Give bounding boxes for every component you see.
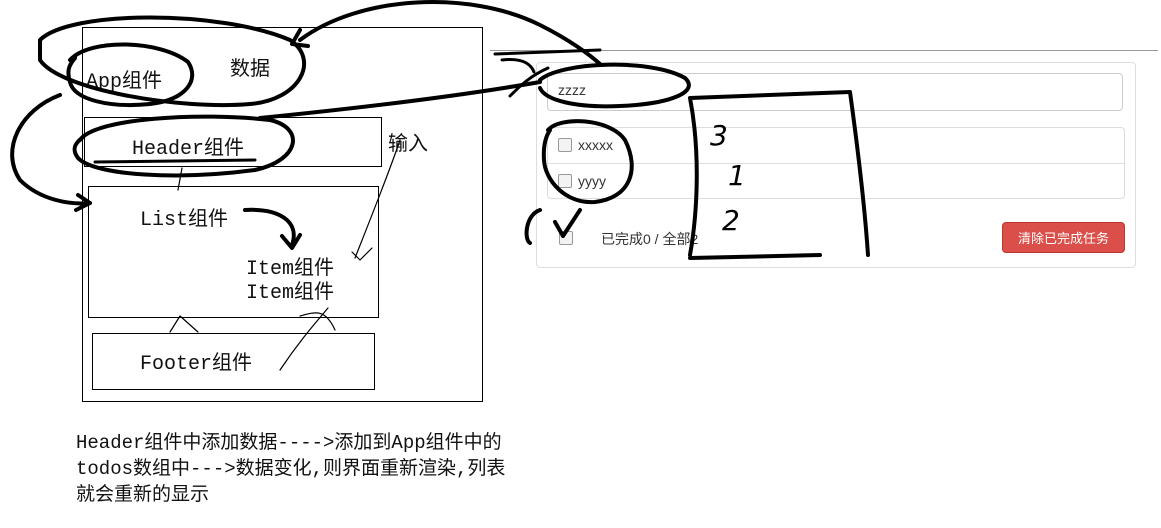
todo-list: xxxxx yyyy <box>547 127 1125 199</box>
data-label: 数据 <box>230 56 270 80</box>
footer-status: 已完成0 / 全部2 <box>601 231 699 247</box>
clear-completed-button[interactable]: 清除已完成任务 <box>1002 222 1125 253</box>
item-checkbox[interactable] <box>558 174 572 188</box>
todo-app-panel: zzzz xxxxx yyyy 已完成0 / 全部2 清除已完成任务 <box>536 62 1136 268</box>
footer-component-label: Footer组件 <box>140 353 253 376</box>
explanation-note: Header组件中添加数据---->添加到App组件中的 todos数组中---… <box>76 430 505 508</box>
item-checkbox[interactable] <box>558 138 572 152</box>
list-component-box <box>88 186 379 318</box>
select-all-checkbox[interactable] <box>559 231 573 245</box>
header-component-label: Header组件 <box>132 138 245 161</box>
list-component-label: List组件 <box>140 209 229 232</box>
item-component-label: Item组件 <box>246 282 335 305</box>
input-label: 输入 <box>388 131 428 155</box>
note-line: todos数组中--->数据变化,则界面重新渲染,列表 <box>76 458 506 480</box>
list-item: xxxxx <box>548 128 1124 164</box>
item-label: xxxxx <box>578 137 613 153</box>
app-component-label: App组件 <box>86 71 163 94</box>
item-label: yyyy <box>578 173 606 189</box>
note-line: Header组件中添加数据---->添加到App组件中的 <box>76 432 502 454</box>
note-line: 就会重新的显示 <box>76 484 210 506</box>
top-divider <box>490 50 1158 51</box>
list-item: yyyy <box>548 164 1124 200</box>
loop-arrow <box>10 93 92 206</box>
todo-input[interactable]: zzzz <box>547 73 1123 111</box>
